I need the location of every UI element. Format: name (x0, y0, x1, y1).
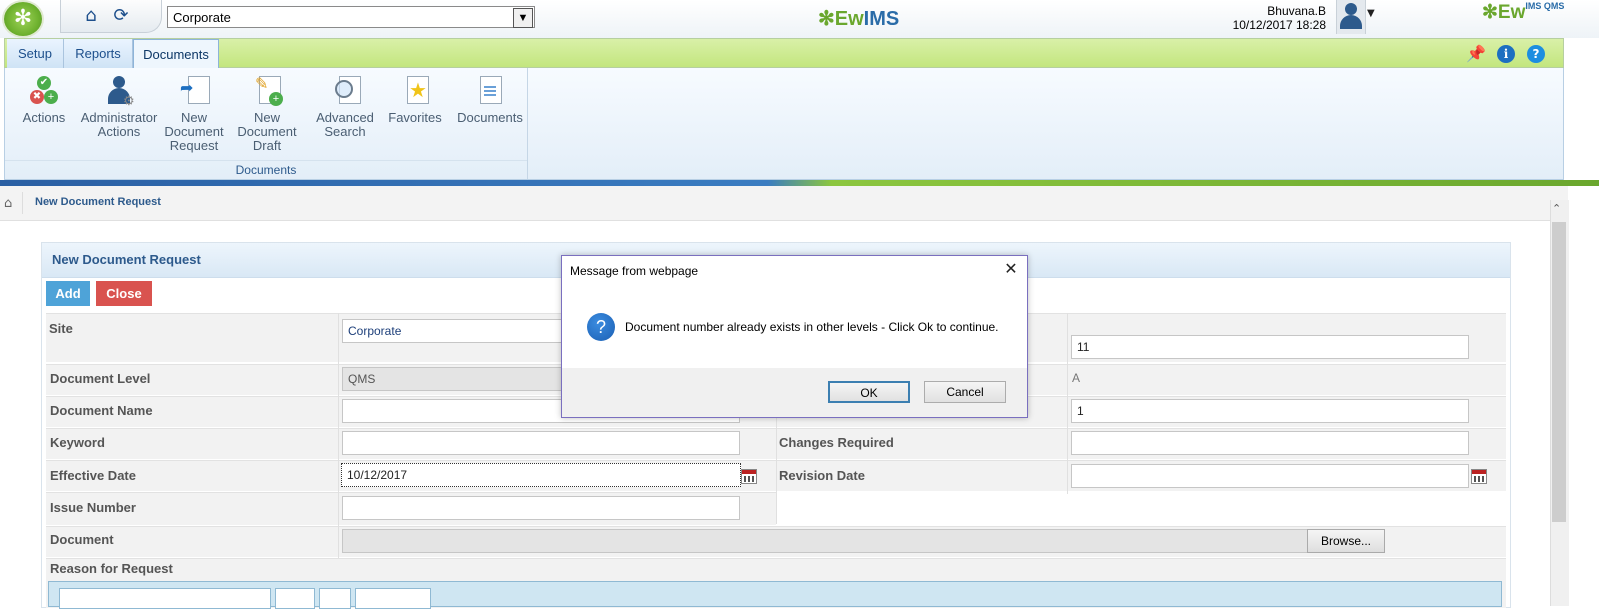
document-label: Document (50, 532, 114, 547)
ribbon-button-label: Documents (457, 110, 523, 125)
site-select-value: Corporate (173, 10, 231, 25)
info-icon[interactable]: i (1497, 45, 1515, 63)
ribbon-tab-bar: Setup Reports Documents 📌 i ? (4, 38, 1564, 70)
ribbon-button-label: Advanced Search (316, 110, 374, 139)
brand-center-part-b: IMS (863, 8, 900, 30)
message-dialog: Message from webpage ✕ ? Document number… (561, 255, 1028, 418)
user-name: Bhuvana.B (1267, 4, 1326, 18)
right-field-3[interactable]: 1 (1071, 399, 1469, 423)
panel-title: New Document Request (52, 252, 201, 267)
ribbon-group-label: Documents (5, 160, 527, 177)
star-icon: ★ (399, 74, 431, 108)
dialog-message: Document number already exists in other … (625, 320, 999, 334)
refresh-icon[interactable]: ⟳ (110, 6, 132, 26)
tab-reports[interactable]: Reports (64, 39, 133, 68)
revision-date-label: Revision Date (779, 468, 865, 483)
ribbon-button-favorites[interactable]: ★ Favorites (387, 74, 443, 164)
breadcrumb-current[interactable]: New Document Request (35, 196, 161, 208)
pin-icon[interactable]: 📌 (1466, 45, 1486, 63)
ribbon-button-label: New Document Draft (237, 110, 297, 153)
breadcrumb-home-icon[interactable]: ⌂ (4, 196, 12, 211)
column-divider (1067, 313, 1068, 494)
issue-number-field[interactable] (342, 496, 740, 520)
column-divider (338, 313, 339, 558)
changes-required-label: Changes Required (779, 435, 894, 450)
keyword-label: Keyword (50, 435, 105, 450)
ribbon-button-documents[interactable]: Documents (455, 74, 525, 164)
ribbon-panel: ✔ ✖ + Actions ⚙ Administrator Actions ➦ … (4, 68, 1564, 180)
ribbon-button-label: Actions (22, 110, 66, 125)
site-label: Site (49, 321, 73, 336)
revision-date-field[interactable] (1071, 464, 1469, 488)
brand-logo-center: ✻EwIMS (818, 8, 900, 30)
ribbon-button-advanced-search[interactable]: Advanced Search (311, 74, 379, 164)
ribbon-button-administrator-actions[interactable]: ⚙ Administrator Actions (79, 74, 159, 164)
ribbon-button-new-document-draft[interactable]: ✎ + New Document Draft (235, 74, 299, 164)
close-button[interactable]: Close (96, 281, 152, 306)
question-icon: ? (587, 313, 615, 341)
calendar-icon[interactable] (1471, 469, 1487, 484)
document-level-label: Document Level (50, 371, 151, 386)
issue-number-label: Issue Number (50, 500, 136, 515)
brand-logo-right: ✻EwIMS QMS (1482, 1, 1565, 23)
brand-center-part-a: Ew (834, 8, 864, 30)
user-menu-caret-icon[interactable]: ▼ (1367, 8, 1375, 19)
ok-button[interactable]: OK (828, 381, 910, 403)
close-icon[interactable]: ✕ (1002, 260, 1020, 278)
browse-button[interactable]: Browse... (1307, 529, 1385, 553)
document-name-label: Document Name (50, 403, 153, 418)
ribbon-button-label: New Document Request (164, 110, 224, 153)
document-level-field: QMS (342, 367, 572, 391)
scroll-up-icon[interactable]: ⌃ (1552, 202, 1561, 215)
new-document-draft-icon: ✎ + (251, 74, 283, 108)
avatar[interactable] (1336, 0, 1366, 34)
ribbon-button-label: Administrator Actions (80, 110, 158, 139)
effective-date-field[interactable]: 10/12/2017 (341, 463, 741, 487)
ribbon-button-label: Favorites (388, 110, 442, 125)
current-datetime: 10/12/2017 18:28 (1232, 18, 1326, 32)
keyword-field[interactable] (342, 431, 740, 455)
brand-right-small: IMS QMS (1525, 1, 1565, 11)
cancel-button[interactable]: Cancel (924, 381, 1006, 403)
admin-user-gear-icon: ⚙ (103, 74, 135, 108)
new-document-request-icon: ➦ (178, 74, 210, 108)
calendar-icon[interactable] (741, 469, 757, 484)
magnifier-icon (329, 74, 361, 108)
actions-icon: ✔ ✖ + (28, 74, 60, 108)
ribbon-group-documents: ✔ ✖ + Actions ⚙ Administrator Actions ➦ … (5, 68, 528, 179)
ribbon-button-new-document-request[interactable]: ➦ New Document Request (163, 74, 225, 164)
chevron-down-icon[interactable]: ▼ (513, 8, 533, 28)
app-logo-icon[interactable]: ✻ (4, 2, 42, 36)
documents-icon (474, 74, 506, 108)
brand-right-part-a: Ew (1497, 2, 1526, 23)
dialog-title: Message from webpage (570, 264, 699, 278)
tab-setup[interactable]: Setup (7, 39, 64, 68)
document-file-field (342, 529, 1308, 553)
add-button[interactable]: Add (46, 281, 90, 306)
home-icon[interactable]: ⌂ (80, 6, 102, 26)
scrollbar-thumb[interactable] (1552, 222, 1566, 522)
help-icon[interactable]: ? (1527, 45, 1545, 63)
breadcrumb-separator (22, 192, 23, 214)
ribbon-button-actions[interactable]: ✔ ✖ + Actions (19, 74, 69, 164)
changes-required-field[interactable] (1071, 431, 1469, 455)
site-select[interactable]: Corporate ▼ (167, 6, 535, 28)
reason-for-request-label: Reason for Request (50, 561, 173, 576)
tab-documents[interactable]: Documents (133, 39, 219, 70)
right-field-1[interactable]: 11 (1071, 335, 1469, 359)
effective-date-label: Effective Date (50, 468, 136, 483)
breadcrumb: ⌂ New Document Request (0, 186, 1568, 221)
right-field-2-value: A (1072, 371, 1081, 385)
site-field[interactable]: Corporate (342, 319, 582, 343)
